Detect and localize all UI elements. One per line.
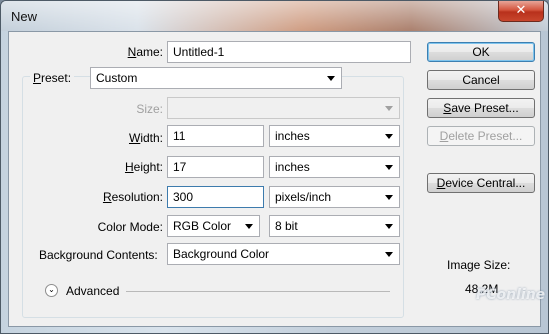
chevron-down-icon [385, 134, 393, 139]
dialog-title: New [11, 9, 38, 24]
size-label: Size: [136, 102, 163, 116]
width-label: Width: [128, 131, 163, 145]
resolution-unit-select[interactable]: pixels/inch [269, 186, 400, 208]
dialog-body: Name: Untitled-1 Preset: Custom Size: Wi… [8, 31, 541, 327]
color-mode-value: RGB Color [173, 219, 232, 233]
width-unit-value: inches [275, 129, 310, 143]
background-contents-value: Background Color [173, 247, 270, 261]
resolution-label: Resolution: [102, 190, 163, 204]
height-label: Height: [124, 160, 163, 174]
background-contents-select[interactable]: Background Color [167, 243, 400, 265]
preset-label: Preset: [30, 71, 75, 85]
chevron-down-icon [385, 252, 393, 257]
bit-depth-select[interactable]: 8 bit [269, 215, 400, 237]
background-contents-label: Background Contents: [39, 248, 158, 262]
preset-select[interactable]: Custom [90, 67, 342, 89]
color-mode-select[interactable]: RGB Color [167, 215, 260, 237]
title-bar[interactable]: New ✕ [1, 1, 548, 31]
device-central-button[interactable]: Device Central... [427, 173, 535, 193]
image-size-label: Image Size: [447, 258, 511, 272]
color-mode-label: Color Mode: [97, 220, 163, 234]
size-select [167, 97, 400, 119]
delete-preset-button[interactable]: Delete Preset... [427, 126, 535, 146]
chevron-down-icon [327, 76, 335, 81]
ok-button[interactable]: OK [427, 42, 535, 62]
name-label: Name: [127, 45, 163, 59]
chevron-down-icon [385, 165, 393, 170]
chevron-down-icon [385, 195, 393, 200]
close-icon: ✕ [515, 3, 527, 18]
resolution-unit-value: pixels/inch [275, 190, 332, 204]
name-input[interactable]: Untitled-1 [167, 41, 411, 63]
expand-advanced-icon[interactable]: ⌄ [45, 284, 58, 297]
height-unit-value: inches [275, 160, 310, 174]
height-unit-select[interactable]: inches [269, 156, 400, 178]
save-preset-button[interactable]: Save Preset... [427, 98, 535, 118]
close-button[interactable]: ✕ [498, 1, 544, 22]
chevron-down-icon [385, 224, 393, 229]
advanced-divider [126, 291, 390, 292]
new-document-dialog: New ✕ Name: Untitled-1 Preset: Custom Si… [0, 0, 549, 334]
cancel-button[interactable]: Cancel [427, 70, 535, 90]
height-input[interactable]: 17 [167, 156, 264, 178]
width-input[interactable]: 11 [167, 125, 264, 147]
width-unit-select[interactable]: inches [269, 125, 400, 147]
chevron-down-icon [245, 224, 253, 229]
chevron-down-icon [385, 106, 393, 111]
resolution-input[interactable]: 300 [167, 186, 264, 208]
watermark-logo: PConline [476, 287, 546, 303]
advanced-label[interactable]: Advanced [66, 284, 119, 298]
bit-depth-value: 8 bit [275, 219, 298, 233]
preset-value: Custom [96, 71, 138, 85]
